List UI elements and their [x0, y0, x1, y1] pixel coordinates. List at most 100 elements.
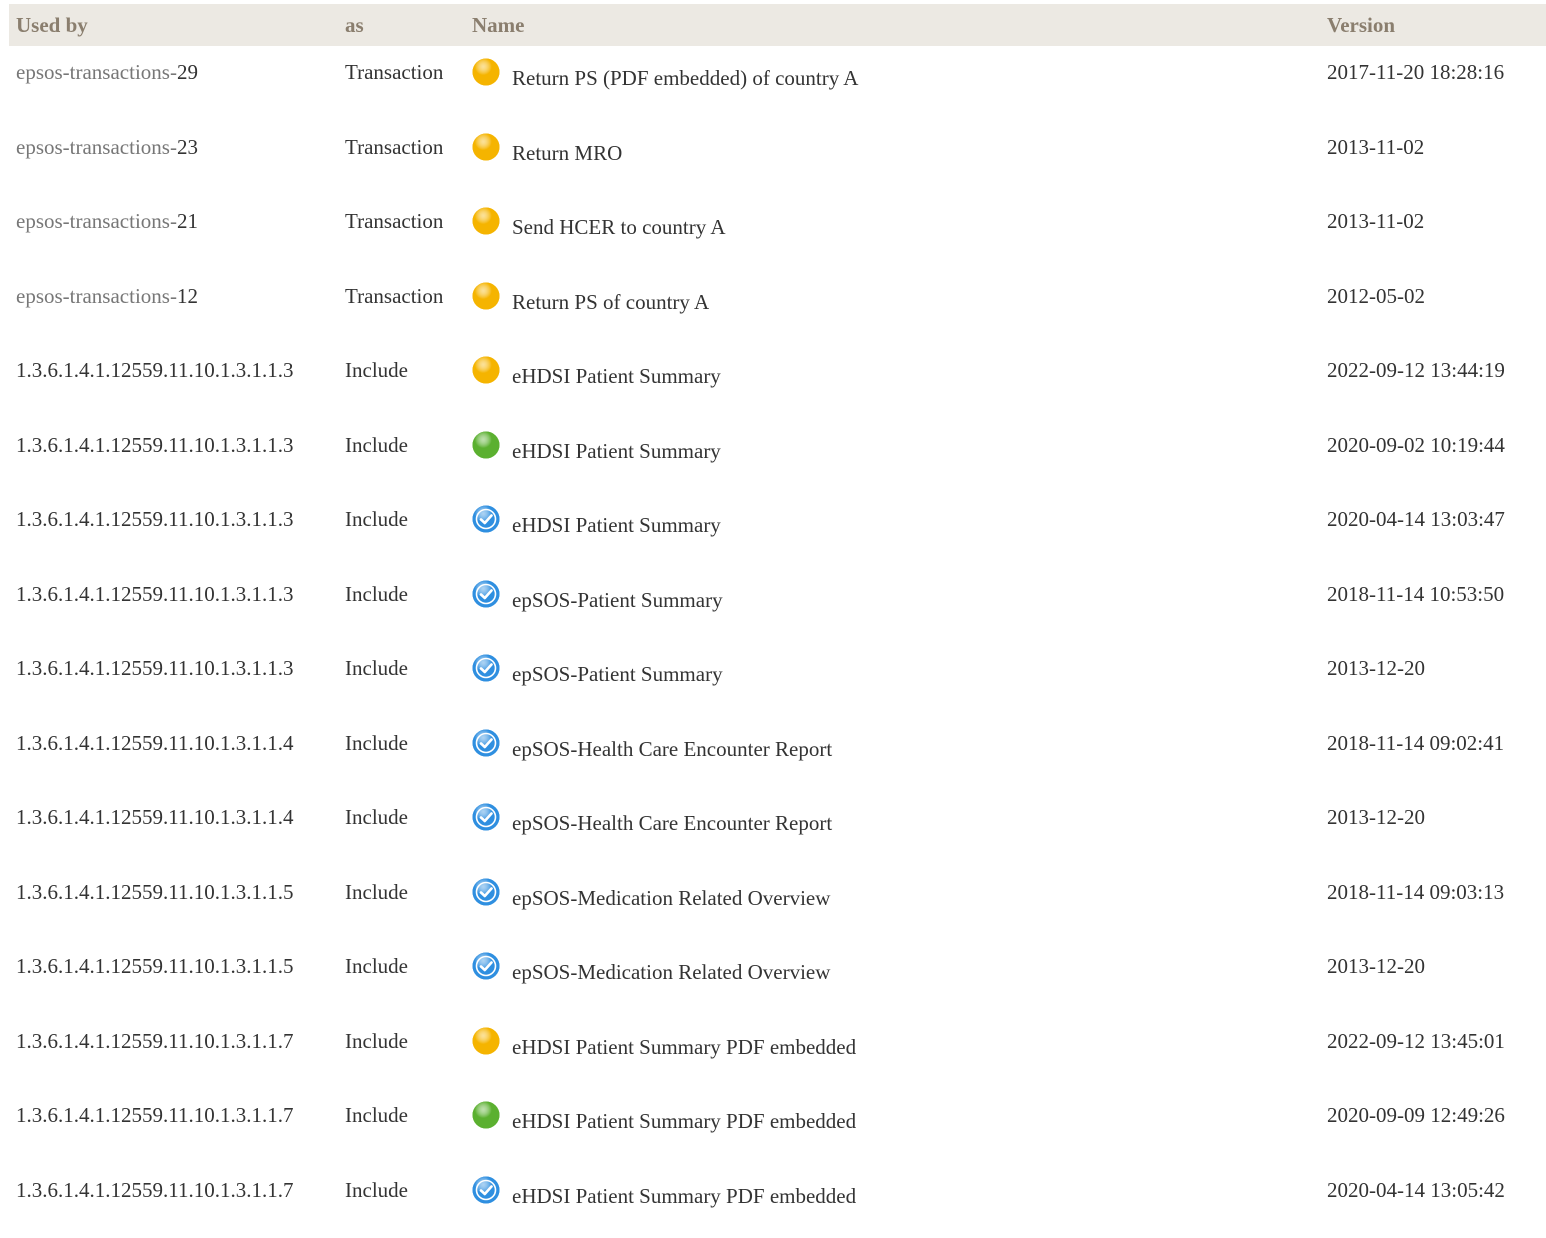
name-label[interactable]: Return PS of country A — [472, 290, 709, 314]
name-cell[interactable]: epSOS-Medication Related Overview — [465, 866, 1320, 941]
as-cell: Include — [338, 344, 465, 419]
name-cell[interactable]: eHDSI Patient Summary PDF embedded — [465, 1164, 1320, 1238]
used-by-link[interactable]: 1.3.6.1.4.1.12559.11.10.1.3.1.1.7 — [16, 1029, 293, 1053]
table-row[interactable]: epsos-transactions-12 Transaction Return P… — [9, 270, 1546, 345]
name-cell[interactable]: eHDSI Patient Summary — [465, 344, 1320, 419]
header-name[interactable]: Name — [465, 4, 1320, 46]
name-cell[interactable]: Return MRO — [465, 121, 1320, 196]
used-by-cell[interactable]: 1.3.6.1.4.1.12559.11.10.1.3.1.1.5 — [9, 940, 338, 1015]
name-cell[interactable]: eHDSI Patient Summary — [465, 419, 1320, 494]
name-label[interactable]: eHDSI Patient Summary PDF embedded — [472, 1109, 856, 1133]
name-label[interactable]: epSOS-Medication Related Overview — [472, 886, 830, 910]
used-by-cell[interactable]: 1.3.6.1.4.1.12559.11.10.1.3.1.1.4 — [9, 791, 338, 866]
used-by-link[interactable]: 1.3.6.1.4.1.12559.11.10.1.3.1.1.3 — [16, 582, 293, 606]
used-by-prefix: epsos-transactions- — [16, 284, 177, 308]
table-row[interactable]: 1.3.6.1.4.1.12559.11.10.1.3.1.1.4Include… — [9, 791, 1546, 866]
used-by-id: 21 — [177, 209, 198, 233]
used-by-cell[interactable]: 1.3.6.1.4.1.12559.11.10.1.3.1.1.3 — [9, 493, 338, 568]
table-row[interactable]: 1.3.6.1.4.1.12559.11.10.1.3.1.1.3Include… — [9, 642, 1546, 717]
used-by-cell[interactable]: 1.3.6.1.4.1.12559.11.10.1.3.1.1.7 — [9, 1089, 338, 1164]
name-cell[interactable]: eHDSI Patient Summary PDF embedded — [465, 1015, 1320, 1090]
name-label[interactable]: eHDSI Patient Summary PDF embedded — [472, 1184, 856, 1208]
name-label[interactable]: Return PS (PDF embedded) of country A — [472, 66, 858, 90]
as-cell: Include — [338, 866, 465, 941]
table-row[interactable]: 1.3.6.1.4.1.12559.11.10.1.3.1.1.5 Include… — [9, 940, 1546, 1015]
name-cell[interactable]: epSOS-Health Care Encounter Report — [465, 717, 1320, 792]
used-by-cell[interactable]: epsos-transactions-21 — [9, 195, 338, 270]
used-by-link[interactable]: 1.3.6.1.4.1.12559.11.10.1.3.1.1.4 — [16, 805, 293, 829]
table-row[interactable]: epsos-transactions-23TransactionReturn M… — [9, 121, 1546, 196]
blue-check-circle-icon — [471, 579, 501, 609]
name-cell[interactable]: epSOS-Patient Summary — [465, 568, 1320, 643]
name-label[interactable]: epSOS-Medication Related Overview — [472, 960, 830, 984]
used-by-cell[interactable]: 1.3.6.1.4.1.12559.11.10.1.3.1.1.3 — [9, 419, 338, 494]
version-cell: 2013-12-20 — [1320, 791, 1546, 866]
used-by-cell[interactable]: 1.3.6.1.4.1.12559.11.10.1.3.1.1.5 — [9, 866, 338, 941]
table-row[interactable]: 1.3.6.1.4.1.12559.11.10.1.3.1.1.3Include… — [9, 568, 1546, 643]
used-by-link[interactable]: 1.3.6.1.4.1.12559.11.10.1.3.1.1.3 — [16, 507, 293, 531]
used-by-id: 1.3.6.1.4.1.12559.11.10.1.3.1.1.3 — [16, 656, 293, 680]
name-label[interactable]: epSOS-Patient Summary — [472, 588, 723, 612]
table-row[interactable]: epsos-transactions-21TransactionSend HCE… — [9, 195, 1546, 270]
used-by-cell[interactable]: epsos-transactions-23 — [9, 121, 338, 196]
used-by-cell[interactable]: 1.3.6.1.4.1.12559.11.10.1.3.1.1.3 — [9, 642, 338, 717]
used-by-cell[interactable]: 1.3.6.1.4.1.12559.11.10.1.3.1.1.3 — [9, 344, 338, 419]
name-cell[interactable]: Return PS of country A — [465, 270, 1320, 345]
version-cell: 2020-09-02 10:19:44 — [1320, 419, 1546, 494]
used-by-cell[interactable]: epsos-transactions-29 — [9, 46, 338, 121]
used-by-link[interactable]: 1.3.6.1.4.1.12559.11.10.1.3.1.1.7 — [16, 1103, 293, 1127]
used-by-link[interactable]: 1.3.6.1.4.1.12559.11.10.1.3.1.1.5 — [16, 954, 293, 978]
name-cell[interactable]: eHDSI Patient Summary PDF embedded — [465, 1089, 1320, 1164]
name-cell[interactable]: epSOS-Medication Related Overview — [465, 940, 1320, 1015]
table-row[interactable]: 1.3.6.1.4.1.12559.11.10.1.3.1.1.4Include… — [9, 717, 1546, 792]
table-row[interactable]: 1.3.6.1.4.1.12559.11.10.1.3.1.1.7Include… — [9, 1164, 1546, 1238]
name-cell[interactable]: Send HCER to country A — [465, 195, 1320, 270]
table-row[interactable]: 1.3.6.1.4.1.12559.11.10.1.3.1.1.3Include… — [9, 419, 1546, 494]
table-row[interactable]: 1.3.6.1.4.1.12559.11.10.1.3.1.1.5 Include… — [9, 866, 1546, 941]
table-row[interactable]: 1.3.6.1.4.1.12559.11.10.1.3.1.1.7Include… — [9, 1015, 1546, 1090]
used-by-link[interactable]: 1.3.6.1.4.1.12559.11.10.1.3.1.1.5 — [16, 880, 293, 904]
table-row[interactable]: 1.3.6.1.4.1.12559.11.10.1.3.1.1.3 Include… — [9, 493, 1546, 568]
name-label[interactable]: epSOS-Patient Summary — [472, 662, 723, 686]
used-by-link[interactable]: epsos-transactions-12 — [16, 284, 198, 308]
orange-circle-icon — [471, 281, 501, 311]
used-by-link[interactable]: epsos-transactions-21 — [16, 209, 198, 233]
used-by-link[interactable]: 1.3.6.1.4.1.12559.11.10.1.3.1.1.3 — [16, 656, 293, 680]
used-by-cell[interactable]: 1.3.6.1.4.1.12559.11.10.1.3.1.1.4 — [9, 717, 338, 792]
used-by-link[interactable]: 1.3.6.1.4.1.12559.11.10.1.3.1.1.3 — [16, 433, 293, 457]
name-cell[interactable]: epSOS-Health Care Encounter Report — [465, 791, 1320, 866]
header-version[interactable]: Version — [1320, 4, 1546, 46]
as-cell: Include — [338, 940, 465, 1015]
used-by-link[interactable]: 1.3.6.1.4.1.12559.11.10.1.3.1.1.3 — [16, 358, 293, 382]
header-as[interactable]: as — [338, 4, 465, 46]
name-label[interactable]: epSOS-Health Care Encounter Report — [472, 737, 832, 761]
as-cell: Transaction — [338, 270, 465, 345]
used-by-prefix: epsos-transactions- — [16, 60, 177, 84]
table-row[interactable]: epsos-transactions-29TransactionReturn P… — [9, 46, 1546, 121]
table-row[interactable]: 1.3.6.1.4.1.12559.11.10.1.3.1.1.3 Include… — [9, 344, 1546, 419]
version-cell: 2018-11-14 09:03:13 — [1320, 866, 1546, 941]
used-by-cell[interactable]: 1.3.6.1.4.1.12559.11.10.1.3.1.1.3 — [9, 568, 338, 643]
used-by-link[interactable]: 1.3.6.1.4.1.12559.11.10.1.3.1.1.4 — [16, 731, 293, 755]
used-by-link[interactable]: 1.3.6.1.4.1.12559.11.10.1.3.1.1.7 — [16, 1178, 293, 1202]
name-label[interactable]: eHDSI Patient Summary — [472, 364, 721, 388]
name-label[interactable]: eHDSI Patient Summary — [472, 439, 721, 463]
used-by-link[interactable]: epsos-transactions-29 — [16, 60, 198, 84]
header-used-by[interactable]: Used by — [9, 4, 338, 46]
used-by-cell[interactable]: 1.3.6.1.4.1.12559.11.10.1.3.1.1.7 — [9, 1164, 338, 1238]
version-cell: 2020-04-14 13:03:47 — [1320, 493, 1546, 568]
as-cell: Include — [338, 493, 465, 568]
version-cell: 2020-04-14 13:05:42 — [1320, 1164, 1546, 1238]
name-label[interactable]: Send HCER to country A — [472, 215, 726, 239]
used-by-cell[interactable]: epsos-transactions-12 — [9, 270, 338, 345]
used-by-id: 1.3.6.1.4.1.12559.11.10.1.3.1.1.4 — [16, 731, 293, 755]
used-by-cell[interactable]: 1.3.6.1.4.1.12559.11.10.1.3.1.1.7 — [9, 1015, 338, 1090]
name-label[interactable]: epSOS-Health Care Encounter Report — [472, 811, 832, 835]
name-cell[interactable]: Return PS (PDF embedded) of country A — [465, 46, 1320, 121]
used-by-link[interactable]: epsos-transactions-23 — [16, 135, 198, 159]
name-label[interactable]: eHDSI Patient Summary — [472, 513, 721, 537]
name-cell[interactable]: epSOS-Patient Summary — [465, 642, 1320, 717]
name-label[interactable]: eHDSI Patient Summary PDF embedded — [472, 1035, 856, 1059]
table-row[interactable]: 1.3.6.1.4.1.12559.11.10.1.3.1.1.7Include… — [9, 1089, 1546, 1164]
name-cell[interactable]: eHDSI Patient Summary — [465, 493, 1320, 568]
